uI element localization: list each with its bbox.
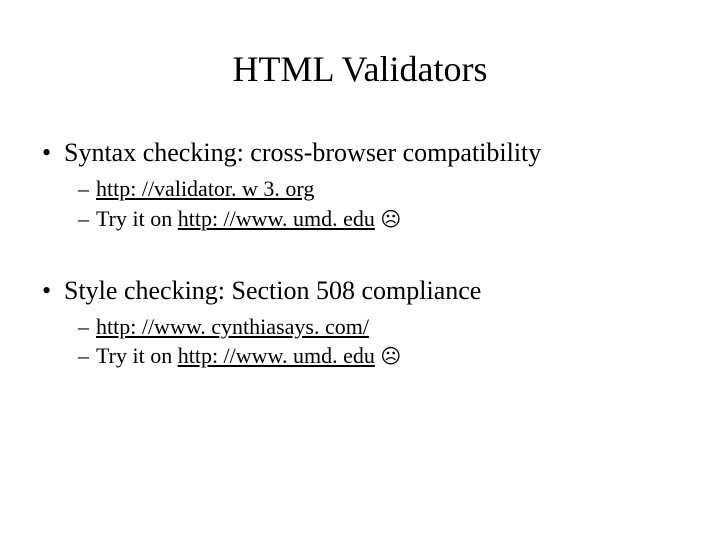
- frown-icon: ☹: [380, 346, 401, 368]
- link-validator-w3[interactable]: http: //validator. w 3. org: [96, 176, 314, 201]
- sub-item-cynthiasays-link: – http: //www. cynthiasays. com/: [36, 312, 684, 342]
- bullet-style-heading: Style checking: Section 508 compliance: [36, 276, 684, 306]
- frown-icon: ☹: [380, 209, 401, 231]
- dash-icon: –: [78, 174, 89, 204]
- sub-text-before: Try it on: [96, 206, 178, 231]
- sub-text-before: Try it on: [96, 343, 178, 368]
- slide-title: HTML Validators: [36, 48, 684, 90]
- section-style: Style checking: Section 508 compliance –…: [36, 276, 684, 372]
- sub-item-try-umd-2: – Try it on http: //www. umd. edu ☹: [36, 341, 684, 371]
- dash-icon: –: [78, 341, 89, 371]
- dash-icon: –: [78, 312, 89, 342]
- link-umd-2[interactable]: http: //www. umd. edu: [178, 343, 375, 368]
- sub-item-try-umd-1: – Try it on http: //www. umd. edu ☹: [36, 204, 684, 234]
- section-syntax: Syntax checking: cross-browser compatibi…: [36, 138, 684, 234]
- bullet-syntax-heading: Syntax checking: cross-browser compatibi…: [36, 138, 684, 168]
- sub-item-validator-link: – http: //validator. w 3. org: [36, 174, 684, 204]
- link-cynthiasays[interactable]: http: //www. cynthiasays. com/: [96, 314, 369, 339]
- dash-icon: –: [78, 204, 89, 234]
- link-umd-1[interactable]: http: //www. umd. edu: [178, 206, 375, 231]
